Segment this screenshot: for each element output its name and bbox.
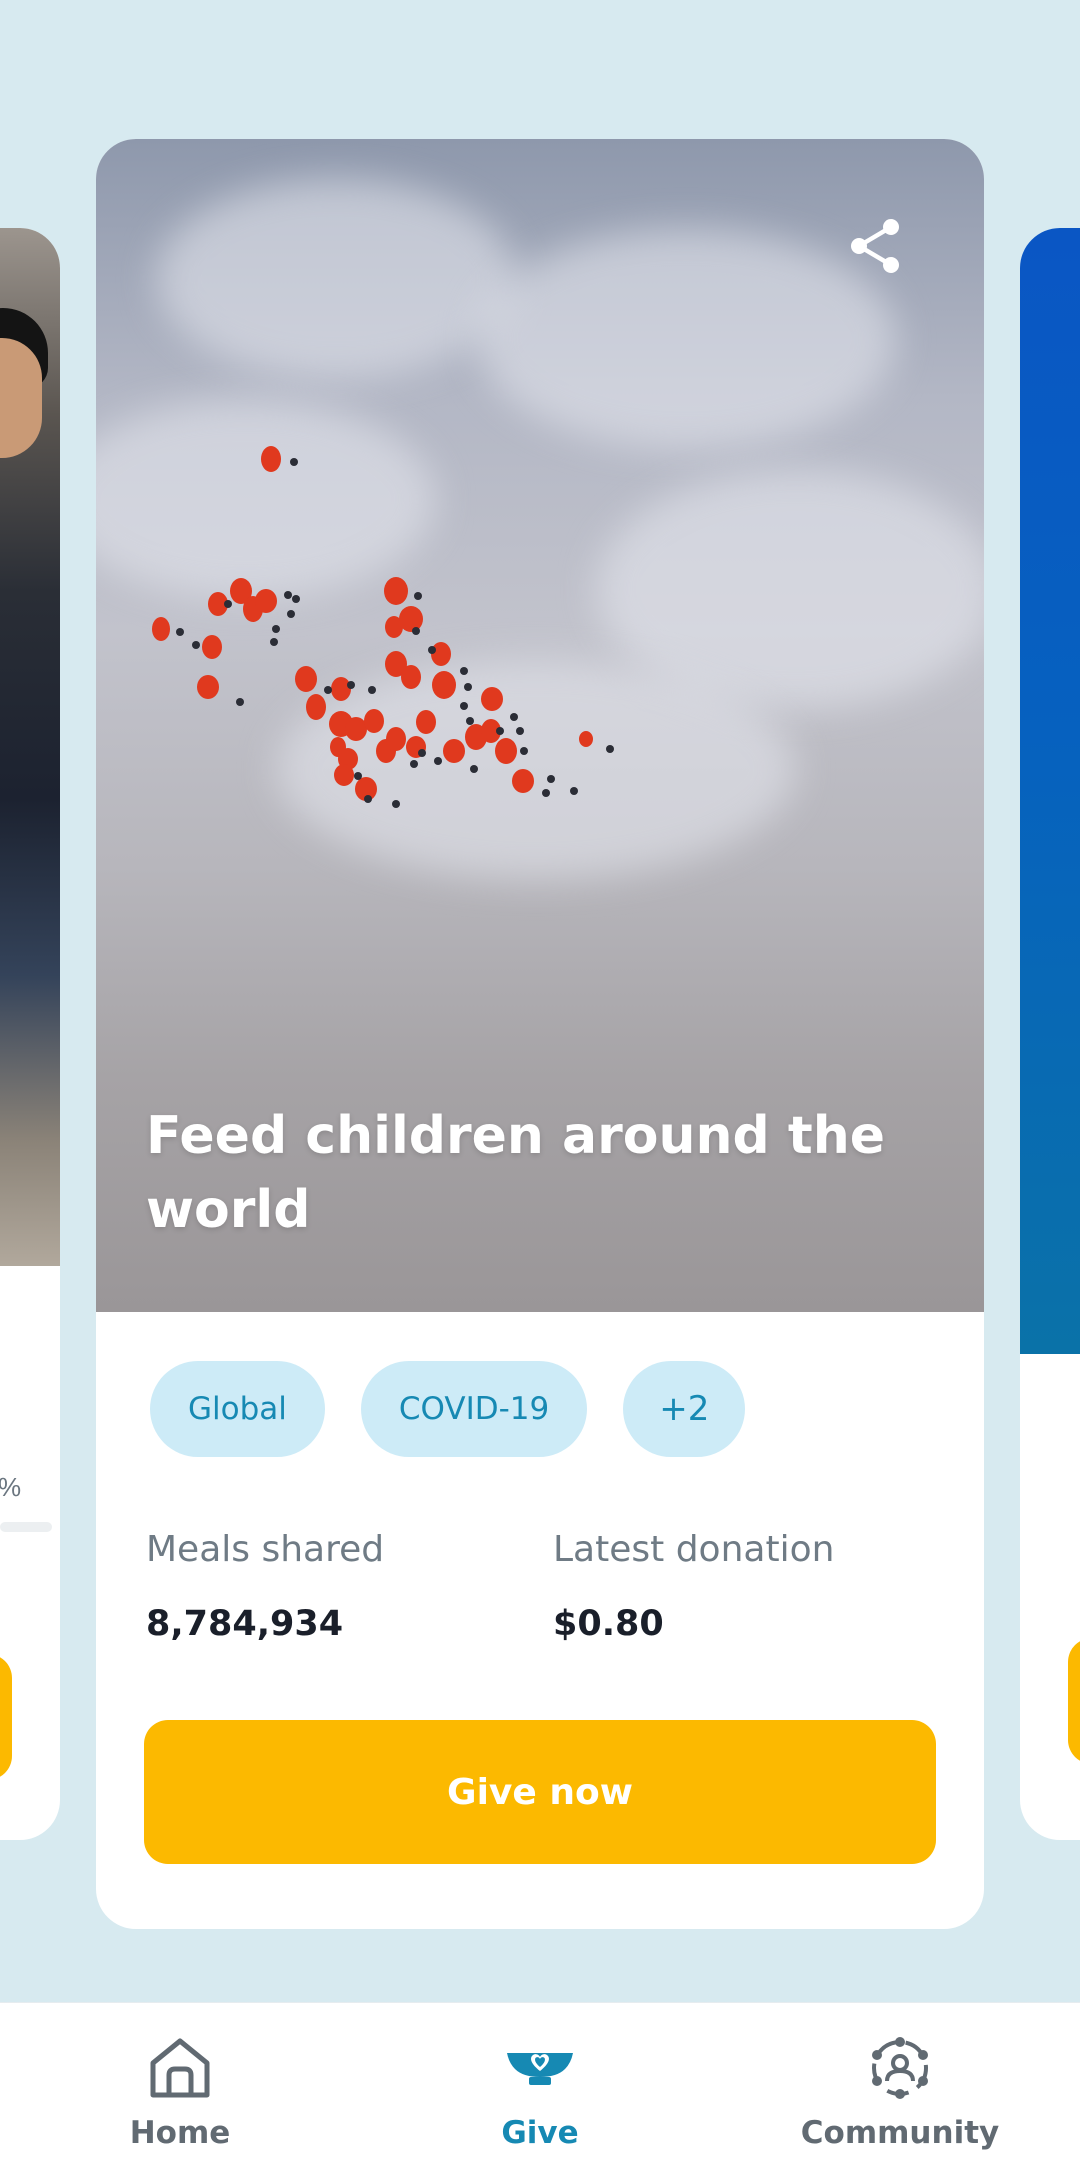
give-bowl-heart-icon	[507, 2053, 573, 2085]
photo-child-face	[0, 338, 42, 458]
next-campaign-card[interactable]	[1020, 228, 1080, 1840]
nav-community-label: Community	[800, 2115, 1000, 2151]
bottom-navigation: Home Give Community	[0, 2002, 1080, 2178]
previous-campaign-give-button[interactable]	[0, 1654, 12, 1780]
campaign-hero-image: Feed children around the world	[96, 139, 984, 1312]
latest-donation-value: $0.80	[553, 1604, 664, 1644]
app-screen: % Feed children around the world Global …	[0, 0, 1080, 2178]
give-now-button[interactable]: Give now	[144, 1720, 936, 1864]
campaign-tags: Global COVID-19 +2	[150, 1361, 746, 1457]
nav-give-label: Give	[501, 2115, 579, 2151]
nav-give[interactable]: Give	[470, 2003, 610, 2178]
meals-shared-stat: Meals shared 8,784,934	[146, 1529, 384, 1644]
tag-covid-19[interactable]: COVID-19	[360, 1361, 588, 1457]
next-campaign-give-button[interactable]	[1068, 1638, 1080, 1764]
meals-shared-value: 8,784,934	[146, 1604, 344, 1644]
nav-home[interactable]: Home	[110, 2003, 250, 2178]
nav-home-label: Home	[129, 2115, 231, 2151]
share-button[interactable]	[841, 211, 911, 281]
share-icon	[851, 219, 899, 273]
tag-more[interactable]: +2	[623, 1361, 746, 1457]
home-icon	[150, 2038, 210, 2098]
previous-campaign-photo	[0, 228, 60, 1266]
community-icon	[872, 2037, 928, 2099]
previous-campaign-percent: %	[0, 1472, 22, 1502]
tag-global[interactable]: Global	[150, 1361, 325, 1457]
previous-campaign-card[interactable]: %	[0, 228, 60, 1840]
campaign-title: Feed children around the world	[146, 1106, 885, 1240]
next-campaign-photo	[1020, 228, 1080, 1354]
previous-campaign-progress	[0, 1522, 52, 1532]
nav-community[interactable]: Community	[790, 2003, 1010, 2178]
latest-donation-stat: Latest donation $0.80	[553, 1529, 834, 1644]
latest-donation-label: Latest donation	[553, 1529, 835, 1570]
campaign-card[interactable]: Feed children around the world Global CO…	[96, 139, 984, 1929]
meals-shared-label: Meals shared	[146, 1529, 385, 1570]
